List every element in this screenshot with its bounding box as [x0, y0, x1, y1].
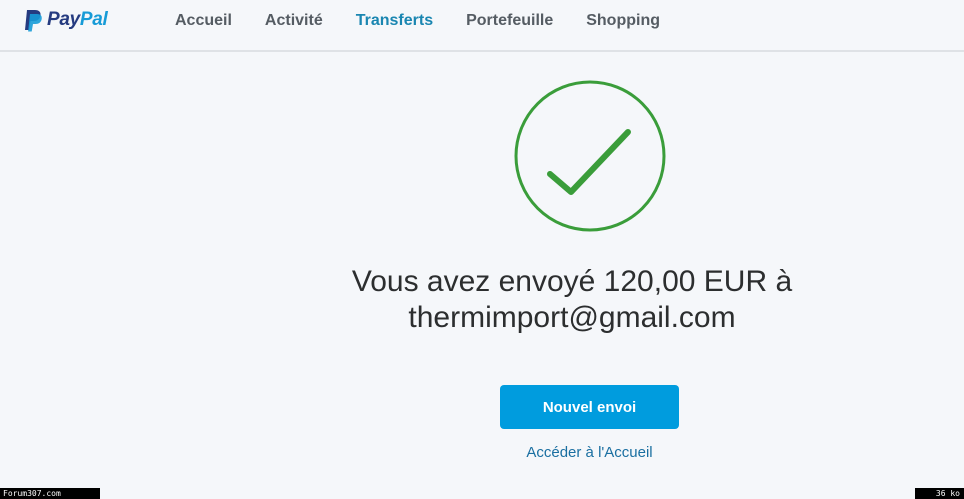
nav-item-portefeuille[interactable]: Portefeuille: [466, 11, 553, 31]
confirmation-message: Vous avez envoyé 120,00 EUR à thermimpor…: [0, 264, 964, 336]
wordmark-pay: Pay: [47, 9, 80, 30]
main-nav: Accueil Activité Transferts Portefeuille…: [175, 11, 693, 31]
nav-item-transferts[interactable]: Transferts: [356, 11, 433, 31]
go-home-link[interactable]: Accéder à l'Accueil: [500, 444, 679, 461]
nav-item-accueil[interactable]: Accueil: [175, 11, 232, 31]
top-navigation-bar: PayPal Accueil Activité Transferts Porte…: [0, 0, 964, 52]
confirmation-recipient-line: thermimport@gmail.com: [408, 301, 736, 334]
nav-item-shopping[interactable]: Shopping: [586, 11, 660, 31]
success-check-icon: [514, 80, 666, 232]
paypal-p-icon: [23, 8, 43, 32]
confirmation-amount-line: Vous avez envoyé 120,00 EUR à: [351, 265, 793, 298]
paypal-logo[interactable]: PayPal: [23, 7, 108, 33]
paypal-wordmark: PayPal: [47, 9, 108, 31]
nav-item-activite[interactable]: Activité: [265, 11, 323, 31]
new-transfer-button[interactable]: Nouvel envoi: [500, 385, 679, 429]
wordmark-pal: Pal: [79, 9, 108, 30]
watermark-left: Forum307.com: [0, 488, 100, 499]
watermark-right: 36 ko: [915, 488, 964, 499]
